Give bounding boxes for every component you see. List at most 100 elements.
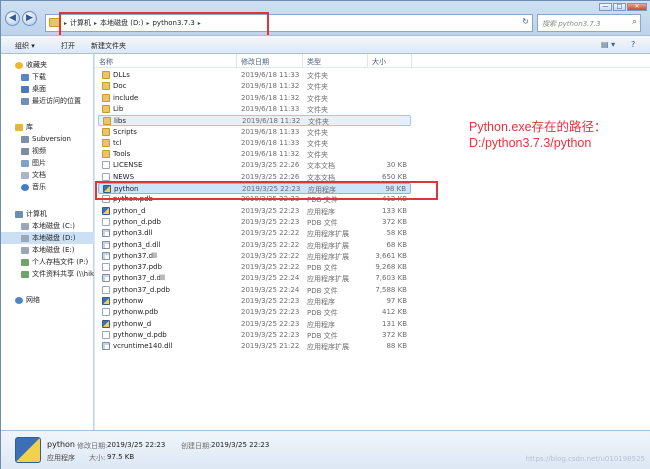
file-row[interactable]: DLLs 2019/6/18 11:33 文件夹 [98,70,411,81]
file-type: 应用程序扩展 [307,343,349,352]
file-date: 2019/3/25 21:22 [241,342,300,351]
file-row[interactable]: Lib 2019/6/18 11:33 文件夹 [98,104,411,115]
sidebar-item-label: 网络 [26,296,40,304]
column-header-name[interactable]: 名称 [95,54,237,67]
file-row[interactable]: LICENSE 2019/3/25 22:26 文本文档 30 KB [98,160,411,171]
file-date: 2019/6/18 11:33 [241,127,300,136]
file-size: 372 KB [382,330,407,339]
file-row[interactable]: libs 2019/6/18 11:32 文件夹 [98,115,411,127]
details-size-value: 97.5 KB [107,453,135,461]
file-date: 2019/6/18 11:33 [241,71,300,79]
minimize-button[interactable]: — [599,3,612,11]
help-icon[interactable]: ? [631,40,635,49]
sidebar-item-label: 本地磁盘 (D:) [32,234,76,242]
file-row[interactable]: python37.dll 2019/3/25 22:22 应用程序扩展 3,661 K… [98,251,411,262]
organize-button[interactable]: 组织 ▾ [15,41,35,51]
sidebar-item-label: 图片 [32,159,46,167]
file-row[interactable]: tcl 2019/6/18 11:33 文件夹 [98,138,411,149]
python-app-icon [102,319,110,328]
dll-file-icon [102,274,110,283]
dll-file-icon [102,342,110,351]
folder-icon [102,138,110,147]
new-folder-button[interactable]: 新建文件夹 [91,41,126,51]
file-date: 2019/3/25 22:22 [241,229,300,238]
details-created-label: 创建日期: [181,442,212,450]
star-icon [15,61,23,69]
file-row[interactable]: Scripts 2019/6/18 11:33 文件夹 [98,127,411,138]
file-row[interactable]: Tools 2019/6/18 11:32 文件夹 [98,149,411,160]
file-icon [102,285,110,294]
file-row[interactable]: python_d 2019/3/25 22:23 应用程序 133 KB [98,206,411,217]
forward-button[interactable]: ▶ [22,11,37,26]
sidebar-item-label: Subversion [32,135,71,143]
file-row[interactable]: python_d.pdb 2019/3/25 22:23 PDB 文件 372 KB [98,217,411,228]
file-type: 应用程序扩展 [307,252,349,261]
search-icon[interactable]: ⌕ [632,17,637,27]
sidebar-item-label: 桌面 [32,85,46,93]
file-date: 2019/3/25 22:26 [241,172,300,181]
column-header-type[interactable]: 类型 [303,54,368,67]
maximize-button[interactable]: □ [613,3,626,11]
folder-icon [103,117,111,126]
file-name: pythonw [113,297,144,305]
file-size: 412 KB [382,308,407,317]
folder-icon [102,93,110,102]
file-size: 3,661 KB [375,251,407,260]
python-app-icon [102,206,110,215]
refresh-icon[interactable]: ↻ [522,17,529,26]
file-type: 应用程序 [307,320,335,329]
file-type: 文本文档 [307,162,335,171]
file-row[interactable]: pythonw.pdb 2019/3/25 22:23 PDB 文件 412 KB [98,307,411,318]
folder-icon [102,150,110,159]
file-type: 应用程序扩展 [307,275,349,284]
file-name: vcruntime140.dll [113,342,173,351]
file-date: 2019/3/25 22:24 [241,274,300,283]
file-row[interactable]: pythonw_d 2019/3/25 22:23 应用程序 131 KB [98,319,411,330]
file-name: Tools [113,150,131,159]
file-icon [102,308,110,317]
file-row[interactable]: python37_d.pdb 2019/3/25 22:24 PDB 文件 7,588… [98,285,411,296]
annotation-line-1: Python.exe存在的路径： [469,120,607,134]
drive-icon [21,222,29,230]
file-row[interactable]: python3_d.dll 2019/3/25 22:22 应用程序扩展 68 KB [98,240,411,251]
file-type: 应用程序 [307,298,335,306]
column-header-size[interactable]: 大小 [368,54,412,67]
back-button[interactable]: ◀ [5,11,20,26]
file-type: PDB 文件 [307,331,338,340]
close-button[interactable]: ✕ [627,3,647,11]
file-type: 文件夹 [307,139,328,148]
path-annotation: Python.exe存在的路径： D:/python3.7.3/python [469,119,639,151]
file-date: 2019/3/25 22:22 [241,263,300,272]
file-name: pythonw_d.pdb [113,330,167,339]
search-box[interactable]: 搜索 python3.7.3 ⌕ [537,14,641,32]
file-date: 2019/3/25 22:23 [241,308,300,317]
annotation-line-2: D:/python3.7.3/python [469,136,592,150]
file-name: python3.dll [113,229,153,238]
pictures-icon [21,159,29,167]
sidebar-item-label: 个人存档文件 (P:) [32,258,89,266]
column-header-date[interactable]: 修改日期 [237,54,303,67]
sidebar-item-drive-d[interactable]: 本地磁盘 (D:) [1,232,94,244]
file-type: 应用程序扩展 [307,241,349,250]
file-row[interactable]: python37_d.dll 2019/3/25 22:24 应用程序扩展 7,603… [98,273,411,284]
file-size: 131 KB [382,319,407,328]
subversion-icon [21,135,29,143]
file-row[interactable]: pythonw 2019/3/25 22:23 应用程序 97 KB [98,296,411,307]
file-date: 2019/6/18 11:33 [241,104,300,113]
file-icon [102,330,110,339]
file-date: 2019/3/25 22:23 [241,217,300,226]
search-input[interactable]: 搜索 python3.7.3 [542,19,601,29]
open-button[interactable]: 打开 [61,41,75,51]
file-type: 文件夹 [307,83,328,92]
file-size: 133 KB [382,206,407,215]
file-type: 文件夹 [307,94,328,103]
file-date: 2019/3/25 22:23 [241,206,300,215]
file-row[interactable]: vcruntime140.dll 2019/3/25 21:22 应用程序扩展 88 … [98,341,411,352]
file-row[interactable]: pythonw_d.pdb 2019/3/25 22:23 PDB 文件 372 KB [98,330,411,341]
file-row[interactable]: include 2019/6/18 11:32 文件夹 [98,93,411,104]
file-row[interactable]: python3.dll 2019/3/25 22:22 应用程序扩展 58 KB [98,228,411,239]
view-options-icon[interactable]: ▤ ▾ [601,40,615,49]
video-icon [21,147,29,155]
file-row[interactable]: Doc 2019/6/18 11:32 文件夹 [98,81,411,92]
file-row[interactable]: python37.pdb 2019/3/25 22:22 PDB 文件 9,268 K… [98,262,411,273]
